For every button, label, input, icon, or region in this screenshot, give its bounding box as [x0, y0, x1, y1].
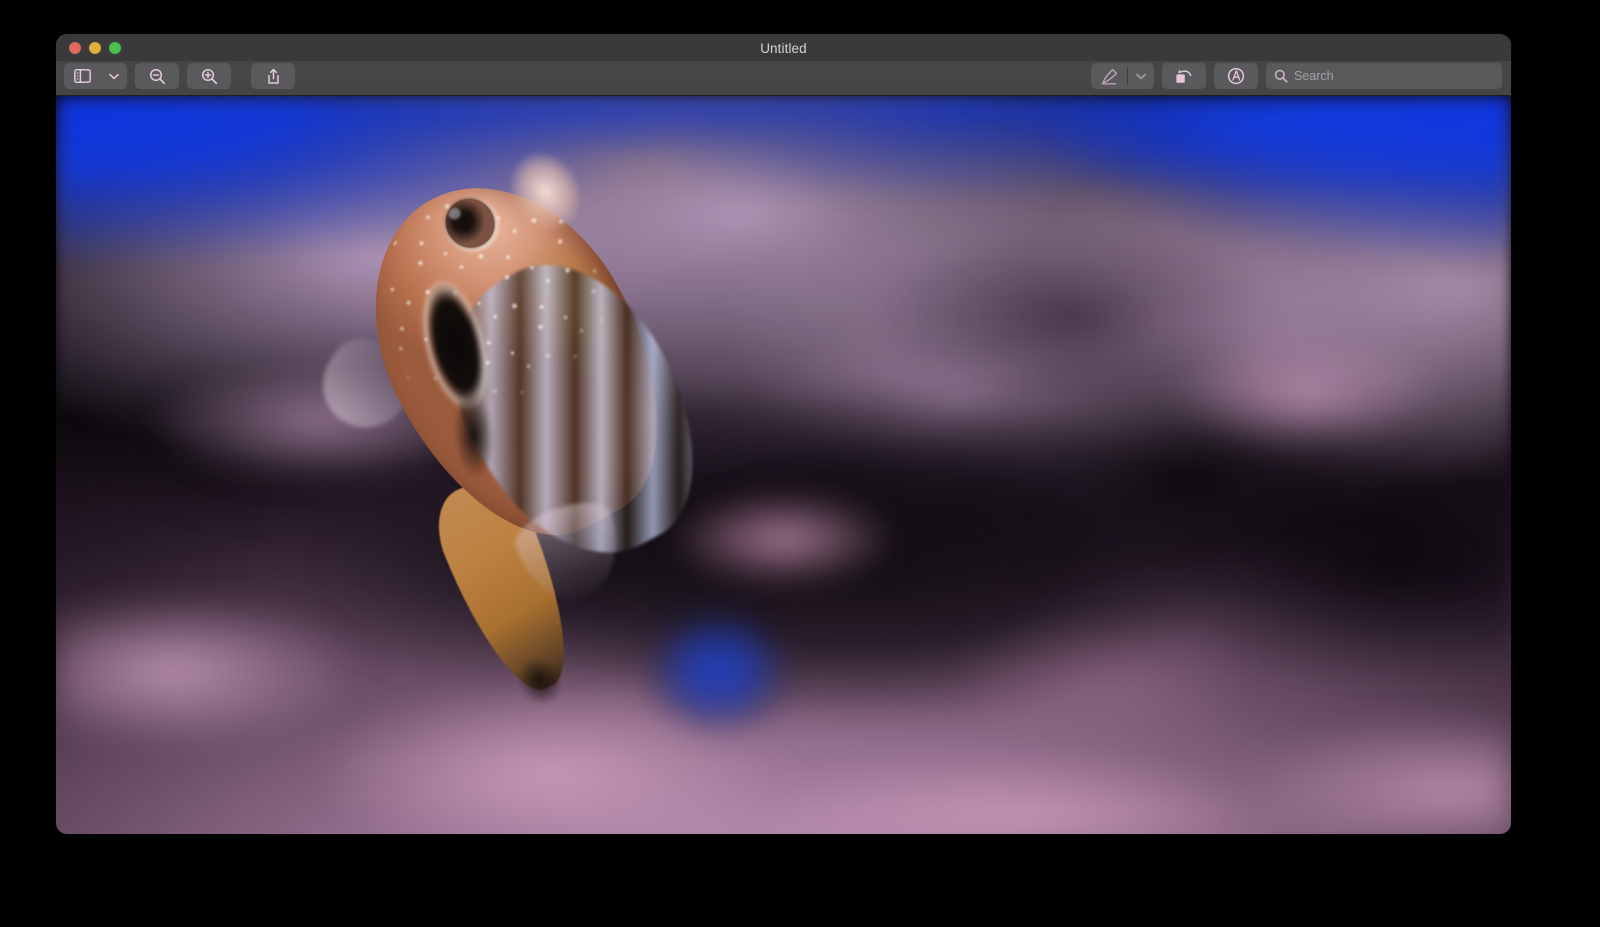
zoom-button[interactable] — [109, 42, 121, 54]
share-button[interactable] — [251, 63, 295, 89]
search-field[interactable] — [1266, 63, 1502, 89]
toolbar-left-group — [64, 63, 295, 89]
markup-button[interactable] — [1091, 63, 1154, 89]
share-icon — [266, 68, 281, 85]
search-icon — [1274, 69, 1288, 83]
toolbar-right-group — [1091, 63, 1502, 89]
chevron-down-icon[interactable] — [101, 63, 127, 89]
markup-pen-icon — [1091, 63, 1127, 89]
chevron-down-icon[interactable] — [1128, 63, 1154, 89]
minimize-button[interactable] — [89, 42, 101, 54]
search-input[interactable] — [1294, 69, 1494, 83]
magnifier-plus-icon — [201, 68, 218, 85]
image-canvas[interactable] — [56, 96, 1511, 834]
close-button[interactable] — [69, 42, 81, 54]
rotate-button[interactable] — [1162, 63, 1206, 89]
rotate-left-icon — [1175, 68, 1193, 85]
traffic-light-group — [69, 42, 121, 54]
annotate-circle-icon — [1227, 67, 1245, 85]
zoom-out-button[interactable] — [135, 63, 179, 89]
sidebar-toggle-button[interactable] — [64, 63, 127, 89]
magnifier-minus-icon — [149, 68, 166, 85]
sidebar-icon — [64, 63, 101, 89]
zoom-in-button[interactable] — [187, 63, 231, 89]
window-titlebar: Untitled — [56, 34, 1511, 96]
window-title: Untitled — [56, 41, 1511, 56]
preview-window: Untitled — [56, 34, 1511, 834]
annotate-button[interactable] — [1214, 63, 1258, 89]
screen: Untitled — [0, 0, 1600, 927]
